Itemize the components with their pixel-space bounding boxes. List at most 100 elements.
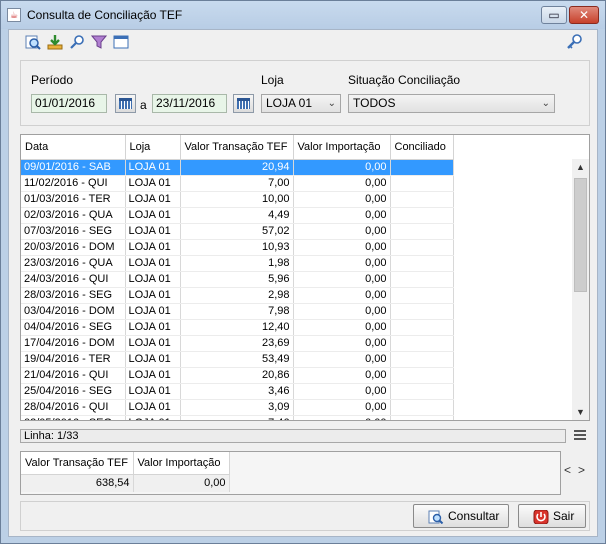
col-header-loja[interactable]: Loja bbox=[125, 135, 181, 160]
chevron-right-icon[interactable]: > bbox=[578, 463, 585, 477]
table-row[interactable]: 25/04/2016 - SEG LOJA 01 3,46 0,00 bbox=[21, 383, 454, 400]
cell-conciliado bbox=[390, 415, 454, 420]
cell-valor-tef: 12,40 bbox=[180, 319, 294, 336]
summary-valor-tef: 638,54 bbox=[21, 474, 134, 492]
table-row[interactable]: 07/03/2016 - SEG LOJA 01 57,02 0,00 bbox=[21, 223, 454, 240]
situacao-label: Situação Conciliação bbox=[348, 73, 461, 87]
client-area: Período 01/01/2016 a 23/11/2016 Loja LOJ… bbox=[8, 29, 598, 537]
date-from-input[interactable]: 01/01/2016 bbox=[31, 94, 107, 113]
date-from-calendar-button[interactable] bbox=[115, 94, 136, 113]
chevron-left-icon[interactable]: < bbox=[564, 463, 571, 477]
search-doc-icon[interactable] bbox=[24, 34, 42, 52]
window-icon[interactable] bbox=[112, 34, 130, 52]
cell-loja: LOJA 01 bbox=[125, 223, 181, 240]
cell-conciliado bbox=[390, 335, 454, 352]
cell-loja: LOJA 01 bbox=[125, 239, 181, 256]
cell-loja: LOJA 01 bbox=[125, 399, 181, 416]
cell-valor-importacao: 0,00 bbox=[293, 303, 391, 320]
col-header-valor-tef[interactable]: Valor Transação TEF bbox=[180, 135, 294, 160]
consultar-button[interactable]: Consultar bbox=[413, 504, 509, 528]
key-search-icon[interactable] bbox=[68, 34, 86, 52]
cell-loja: LOJA 01 bbox=[125, 383, 181, 400]
calendar-icon bbox=[237, 98, 250, 109]
cell-valor-importacao: 0,00 bbox=[293, 223, 391, 240]
cell-loja: LOJA 01 bbox=[125, 159, 181, 176]
table-row[interactable]: 20/03/2016 - DOM LOJA 01 10,93 0,00 bbox=[21, 239, 454, 256]
cell-valor-importacao: 0,00 bbox=[293, 335, 391, 352]
cell-data: 17/04/2016 - DOM bbox=[21, 335, 126, 352]
cell-conciliado bbox=[390, 159, 454, 176]
table-row[interactable]: 03/04/2016 - DOM LOJA 01 7,98 0,00 bbox=[21, 303, 454, 320]
loja-select[interactable]: LOJA 01 ⌄ bbox=[261, 94, 341, 113]
cell-loja: LOJA 01 bbox=[125, 287, 181, 304]
table-row[interactable]: 19/04/2016 - TER LOJA 01 53,49 0,00 bbox=[21, 351, 454, 368]
cell-data: 03/04/2016 - DOM bbox=[21, 303, 126, 320]
date-to-input[interactable]: 23/11/2016 bbox=[152, 94, 227, 113]
summary-table: Valor Transação TEF Valor Importação 638… bbox=[21, 452, 230, 492]
close-button[interactable]: ✕ bbox=[569, 6, 599, 24]
download-icon[interactable] bbox=[46, 34, 64, 52]
table-row[interactable]: 28/03/2016 - SEG LOJA 01 2,98 0,00 bbox=[21, 287, 454, 304]
cell-data: 28/04/2016 - QUI bbox=[21, 399, 126, 416]
cell-loja: LOJA 01 bbox=[125, 271, 181, 288]
power-off-icon bbox=[533, 509, 549, 525]
table-row[interactable]: 09/01/2016 - SAB LOJA 01 20,94 0,00 bbox=[21, 159, 454, 176]
summary-header-valor-importacao: Valor Importação bbox=[133, 452, 230, 475]
cell-conciliado bbox=[390, 175, 454, 192]
scroll-down-icon[interactable]: ▼ bbox=[572, 404, 589, 420]
restore-button[interactable]: ▭ bbox=[541, 6, 567, 24]
table-row[interactable]: 04/04/2016 - SEG LOJA 01 12,40 0,00 bbox=[21, 319, 454, 336]
date-separator-label: a bbox=[140, 98, 147, 112]
menu-icon[interactable] bbox=[574, 430, 586, 442]
cell-valor-tef: 4,49 bbox=[180, 207, 294, 224]
cell-loja: LOJA 01 bbox=[125, 335, 181, 352]
title-bar[interactable]: ☕ Consulta de Conciliação TEF ▭ ✕ bbox=[1, 1, 605, 29]
table-row[interactable]: 17/04/2016 - DOM LOJA 01 23,69 0,00 bbox=[21, 335, 454, 352]
col-header-conciliado[interactable]: Conciliado bbox=[390, 135, 454, 160]
table-row[interactable]: 21/04/2016 - QUI LOJA 01 20,86 0,00 bbox=[21, 367, 454, 384]
row-status: Linha: 1/33 bbox=[20, 429, 566, 443]
table-row[interactable]: 11/02/2016 - QUI LOJA 01 7,00 0,00 bbox=[21, 175, 454, 192]
results-table: Data Loja Valor Transação TEF Valor Impo… bbox=[21, 135, 454, 420]
date-to-calendar-button[interactable] bbox=[233, 94, 254, 113]
cell-valor-tef: 10,00 bbox=[180, 191, 294, 208]
cell-data: 28/03/2016 - SEG bbox=[21, 287, 126, 304]
filter-icon[interactable] bbox=[90, 34, 108, 52]
app-window: ☕ Consulta de Conciliação TEF ▭ ✕ Períod… bbox=[0, 0, 606, 544]
cell-loja: LOJA 01 bbox=[125, 303, 181, 320]
cell-valor-importacao: 0,00 bbox=[293, 399, 391, 416]
grid-body: 09/01/2016 - SAB LOJA 01 20,94 0,00 11/02/20… bbox=[21, 159, 454, 420]
table-row[interactable]: 24/03/2016 - QUI LOJA 01 5,96 0,00 bbox=[21, 271, 454, 288]
cell-valor-tef: 20,94 bbox=[180, 159, 294, 176]
cell-loja: LOJA 01 bbox=[125, 175, 181, 192]
loja-label: Loja bbox=[261, 73, 284, 87]
situacao-select[interactable]: TODOS ⌄ bbox=[348, 94, 555, 113]
scroll-thumb[interactable] bbox=[574, 178, 587, 292]
sair-button[interactable]: Sair bbox=[518, 504, 586, 528]
toolbar bbox=[9, 30, 597, 56]
sair-label: Sair bbox=[553, 509, 575, 523]
table-row[interactable]: 02/05/2016 - SEGLOJA 017,460,00 bbox=[21, 415, 454, 420]
cell-loja: LOJA 01 bbox=[125, 207, 181, 224]
vertical-scrollbar[interactable]: ▲ ▼ bbox=[572, 159, 589, 420]
table-row[interactable]: 01/03/2016 - TER LOJA 01 10,00 0,00 bbox=[21, 191, 454, 208]
cell-valor-importacao: 0,00 bbox=[293, 239, 391, 256]
cell-valor-tef: 23,69 bbox=[180, 335, 294, 352]
table-row[interactable]: 02/03/2016 - QUA LOJA 01 4,49 0,00 bbox=[21, 207, 454, 224]
cell-valor-importacao: 0,00 bbox=[293, 319, 391, 336]
scroll-up-icon[interactable]: ▲ bbox=[572, 159, 589, 176]
cell-conciliado bbox=[390, 303, 454, 320]
cell-valor-tef: 7,98 bbox=[180, 303, 294, 320]
cell-conciliado bbox=[390, 351, 454, 368]
cell-data: 20/03/2016 - DOM bbox=[21, 239, 126, 256]
col-header-data[interactable]: Data bbox=[21, 135, 126, 160]
table-row[interactable]: 28/04/2016 - QUI LOJA 01 3,09 0,00 bbox=[21, 399, 454, 416]
results-grid[interactable]: Data Loja Valor Transação TEF Valor Impo… bbox=[20, 134, 590, 421]
loja-select-value: LOJA 01 bbox=[266, 96, 313, 110]
table-row[interactable]: 23/03/2016 - QUA LOJA 01 1,98 0,00 bbox=[21, 255, 454, 272]
cell-valor-tef: 5,96 bbox=[180, 271, 294, 288]
cell-data: 09/01/2016 - SAB bbox=[21, 159, 126, 176]
key-icon[interactable] bbox=[566, 34, 584, 52]
cell-data: 02/03/2016 - QUA bbox=[21, 207, 126, 224]
col-header-valor-importacao[interactable]: Valor Importação bbox=[293, 135, 391, 160]
